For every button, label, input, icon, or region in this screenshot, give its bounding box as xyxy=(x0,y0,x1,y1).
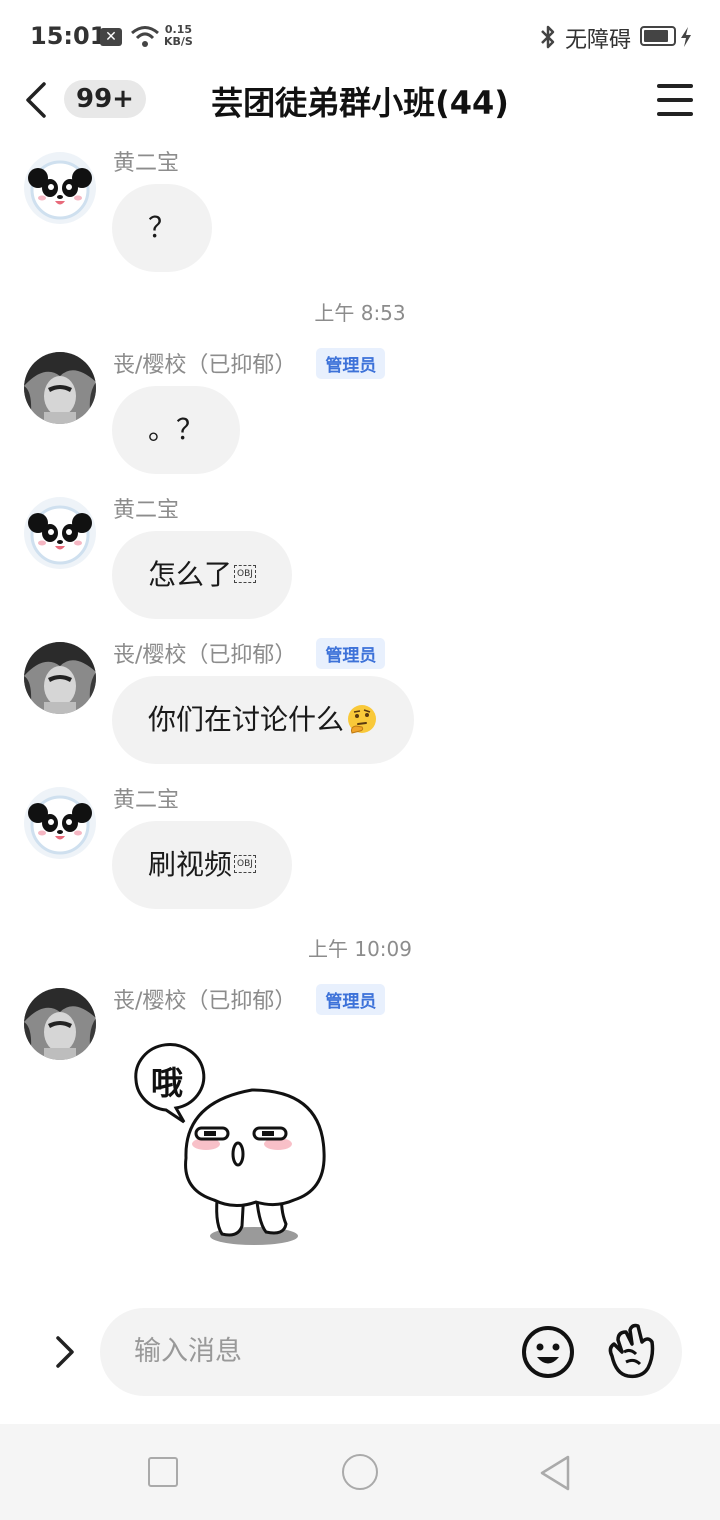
menu-button[interactable] xyxy=(652,82,700,118)
message-text: 怎么了 xyxy=(148,558,233,591)
bluetooth-icon xyxy=(541,25,555,49)
avatar[interactable] xyxy=(24,497,96,569)
accessibility-label: 无障碍 xyxy=(565,28,632,53)
avatar[interactable] xyxy=(24,642,96,714)
sender-name: 丧/樱校（已抑郁） xyxy=(113,643,297,668)
object-placeholder: OBJ xyxy=(234,565,256,583)
chat-header: 99+ 芸团徒弟群小班(44) xyxy=(0,72,720,128)
system-nav-bar xyxy=(0,1424,720,1520)
emoji-icon[interactable] xyxy=(520,1324,576,1380)
admin-badge: 管理员 xyxy=(316,637,386,669)
object-placeholder: OBJ xyxy=(234,855,256,873)
chevron-left-icon xyxy=(26,82,46,118)
network-speed: 0.15 KB/S xyxy=(164,24,193,48)
wifi-icon xyxy=(131,26,159,47)
home-button[interactable] xyxy=(342,1454,378,1490)
message-text: 你们在讨论什么 xyxy=(148,703,345,736)
chevron-right-icon xyxy=(56,1336,74,1368)
message-input[interactable]: 输入消息 xyxy=(100,1308,682,1396)
recent-apps-button[interactable] xyxy=(148,1457,178,1487)
expand-button[interactable] xyxy=(48,1332,80,1372)
sender-row: 丧/樱校（已抑郁） 管理员 xyxy=(113,347,386,379)
unread-count-badge[interactable]: 99+ xyxy=(64,80,146,118)
message-bubble[interactable]: ？ xyxy=(112,184,213,272)
sender-row: 黄二宝 xyxy=(113,493,179,523)
network-speed-unit: KB/S xyxy=(164,35,193,48)
avatar[interactable] xyxy=(24,988,96,1060)
nav-back-button[interactable] xyxy=(538,1454,572,1492)
sender-name: 丧/樱校（已抑郁） xyxy=(113,989,297,1014)
sender-row: 丧/樱校（已抑郁） 管理员 xyxy=(113,637,386,669)
gesture-hand-icon[interactable] xyxy=(602,1322,658,1382)
timestamp: 上午 8:53 xyxy=(314,301,406,325)
notification-x-icon: ✕ xyxy=(100,28,122,46)
admin-badge: 管理员 xyxy=(316,983,386,1015)
timestamp: 上午 10:09 xyxy=(308,937,412,961)
thinking-face-icon xyxy=(348,705,377,734)
battery-fill xyxy=(644,30,668,42)
menu-line-icon xyxy=(657,112,693,116)
sender-row: 丧/樱校（已抑郁） 管理员 xyxy=(113,983,386,1015)
battery-icon xyxy=(640,26,676,46)
sticker-image[interactable]: 哦 xyxy=(126,1040,336,1252)
sticker-speech-text: 哦 xyxy=(151,1064,183,1102)
menu-line-icon xyxy=(657,98,693,102)
message-text: ？ xyxy=(148,211,177,244)
sender-row: 黄二宝 xyxy=(113,146,179,176)
input-placeholder: 输入消息 xyxy=(134,1336,242,1367)
sender-name: 黄二宝 xyxy=(113,151,180,176)
input-bar: 输入消息 xyxy=(0,1298,720,1408)
status-bar: 15:01 ✕ 0.15 KB/S 无障碍 xyxy=(0,0,720,72)
admin-badge: 管理员 xyxy=(316,347,386,379)
sender-name: 黄二宝 xyxy=(113,788,180,813)
sender-row: 黄二宝 xyxy=(113,783,179,813)
charging-icon xyxy=(681,27,691,47)
message-text: 。？ xyxy=(148,413,205,446)
message-text: 刷视频 xyxy=(148,848,233,881)
sender-name: 丧/樱校（已抑郁） xyxy=(113,353,297,378)
avatar[interactable] xyxy=(24,352,96,424)
avatar[interactable] xyxy=(24,152,96,224)
avatar[interactable] xyxy=(24,787,96,859)
status-time: 15:01 xyxy=(30,22,107,50)
message-bubble[interactable]: 刷视频 OBJ xyxy=(112,821,292,909)
sender-name: 黄二宝 xyxy=(113,498,180,523)
menu-line-icon xyxy=(657,84,693,88)
back-button[interactable] xyxy=(18,78,54,122)
message-bubble[interactable]: 怎么了 OBJ xyxy=(112,531,292,619)
message-bubble[interactable]: 。？ xyxy=(112,386,241,474)
message-bubble[interactable]: 你们在讨论什么 xyxy=(112,676,415,764)
